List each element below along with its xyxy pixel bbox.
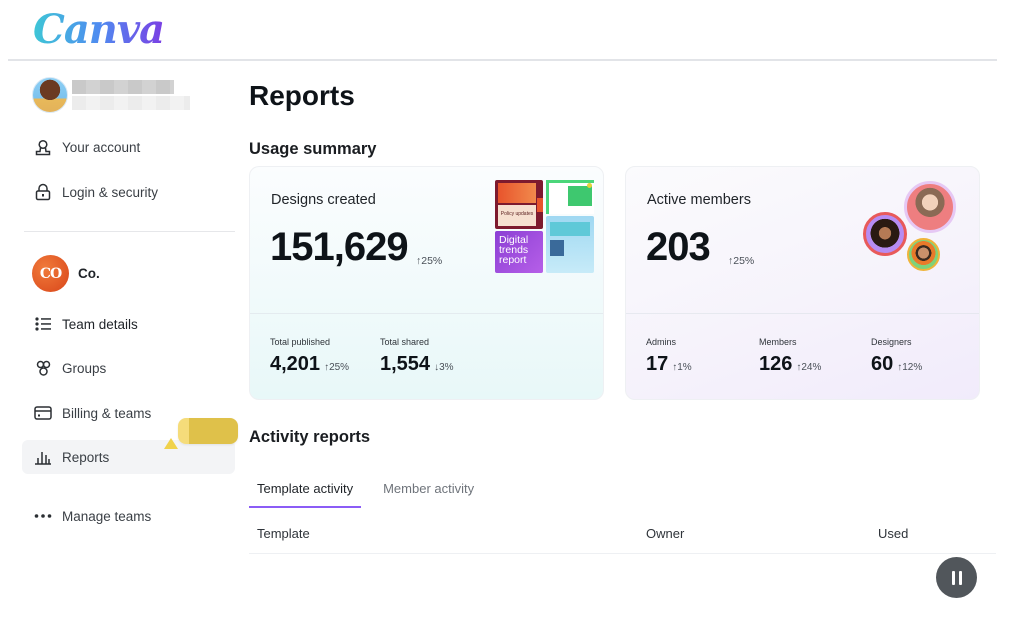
sidebar-item-login-security[interactable]: Login & security xyxy=(22,175,235,209)
stat-delta: ↑25% xyxy=(324,362,350,373)
pause-icon-bar xyxy=(951,570,955,585)
tab-template-activity[interactable]: Template activity xyxy=(249,472,362,508)
pause-icon-bar xyxy=(958,570,962,585)
bar-chart-icon xyxy=(34,448,52,466)
active-members-delta: ↑25% xyxy=(728,255,755,267)
sidebar-item-label: Team details xyxy=(62,316,138,332)
user-profile[interactable] xyxy=(32,77,190,113)
stat-delta: ↓3% xyxy=(434,362,454,373)
sidebar-item-groups[interactable]: Groups xyxy=(22,351,235,385)
thumbnail-digital-trends: Digital trends report xyxy=(495,231,543,273)
pause-button[interactable] xyxy=(936,557,977,598)
card-divider xyxy=(250,313,603,314)
column-header-template[interactable]: Template xyxy=(257,526,310,541)
stat-designers: Designers 60 ↑12% xyxy=(871,337,922,376)
member-avatar xyxy=(907,238,940,271)
activity-tabs: Template activity Member activity xyxy=(249,472,496,508)
stat-delta: ↑1% xyxy=(672,362,692,373)
team-name: Co. xyxy=(78,266,100,281)
sidebar-divider xyxy=(24,231,235,232)
page-title: Reports xyxy=(249,80,355,111)
stat-total-shared: Total shared 1,554 ↓3% xyxy=(380,337,454,376)
stat-label: Admins xyxy=(646,337,677,347)
active-members-card: Active members 203 ↑25% Admins 17 ↑1% Mem… xyxy=(625,166,980,400)
card-divider xyxy=(626,313,979,314)
team-switcher[interactable]: CO Co. xyxy=(32,255,100,292)
stat-label: Total published xyxy=(270,337,331,347)
stat-admins: Admins 17 ↑1% xyxy=(646,337,692,376)
stat-total-published: Total published 4,201 ↑25% xyxy=(270,337,349,376)
list-icon xyxy=(34,315,52,333)
stat-label: Designers xyxy=(871,337,912,347)
groups-icon xyxy=(34,359,52,377)
team-logo: CO xyxy=(32,255,69,292)
stat-value: 4,201 xyxy=(270,353,321,375)
sidebar-item-team-details[interactable]: Team details xyxy=(22,307,235,341)
active-members-label: Active members xyxy=(647,192,751,208)
activity-table-header: Template Owner Used xyxy=(249,518,996,554)
designs-created-label: Designs created xyxy=(271,192,376,208)
sidebar-item-manage-teams[interactable]: Manage teams xyxy=(22,499,235,533)
designs-created-card: Designs created 151,629 ↑25% Policy upda… xyxy=(249,166,604,400)
thumbnail-presentation: Policy updates xyxy=(495,180,543,229)
tab-member-activity[interactable]: Member activity xyxy=(375,472,482,508)
stat-value: 1,554 xyxy=(380,353,431,375)
stat-value: 60 xyxy=(871,353,894,375)
design-thumbnails: Policy updates Digital trends report xyxy=(495,180,594,273)
stat-value: 17 xyxy=(646,353,669,375)
member-avatar xyxy=(904,181,956,233)
sidebar-item-your-account[interactable]: Your account xyxy=(22,130,235,164)
sidebar-item-label: Manage teams xyxy=(62,508,152,524)
redacted-email xyxy=(72,96,190,110)
stat-delta: ↑12% xyxy=(897,362,923,373)
active-members-value: 203 xyxy=(646,225,711,269)
redacted-tooltip xyxy=(178,418,238,444)
member-avatar xyxy=(863,212,907,256)
sidebar-item-label: Groups xyxy=(62,360,107,376)
sidebar-item-label: Reports xyxy=(62,449,110,465)
column-header-owner[interactable]: Owner xyxy=(646,526,684,541)
sidebar-item-reports[interactable]: Reports xyxy=(22,440,235,474)
sidebar-item-label: Your account xyxy=(62,139,141,155)
designs-created-value: 151,629 xyxy=(270,225,409,269)
usage-summary-heading: Usage summary xyxy=(249,140,377,158)
column-header-used[interactable]: Used xyxy=(878,526,908,541)
sidebar-item-label: Billing & teams xyxy=(62,405,152,421)
thumbnail-green-doc xyxy=(546,180,594,214)
stat-label: Total shared xyxy=(380,337,430,347)
tooltip-pointer xyxy=(164,438,178,449)
stat-value: 126 xyxy=(759,353,793,375)
header-divider xyxy=(8,59,997,61)
stat-members: Members 126 ↑24% xyxy=(759,337,821,376)
redacted-name xyxy=(72,80,174,94)
designs-created-delta: ↑25% xyxy=(416,255,443,267)
stat-delta: ↑24% xyxy=(796,362,822,373)
more-dots-icon xyxy=(34,507,52,525)
stat-label: Members xyxy=(759,337,797,347)
sidebar-item-label: Login & security xyxy=(62,184,159,200)
user-icon xyxy=(34,138,52,156)
lock-icon xyxy=(34,183,52,201)
thumbnail-profile-doc xyxy=(546,216,594,273)
activity-reports-heading: Activity reports xyxy=(249,428,371,446)
user-avatar xyxy=(32,77,68,113)
canva-logo[interactable]: Canva xyxy=(33,6,165,53)
redacted-user-info xyxy=(72,80,190,110)
credit-card-icon xyxy=(34,404,52,422)
